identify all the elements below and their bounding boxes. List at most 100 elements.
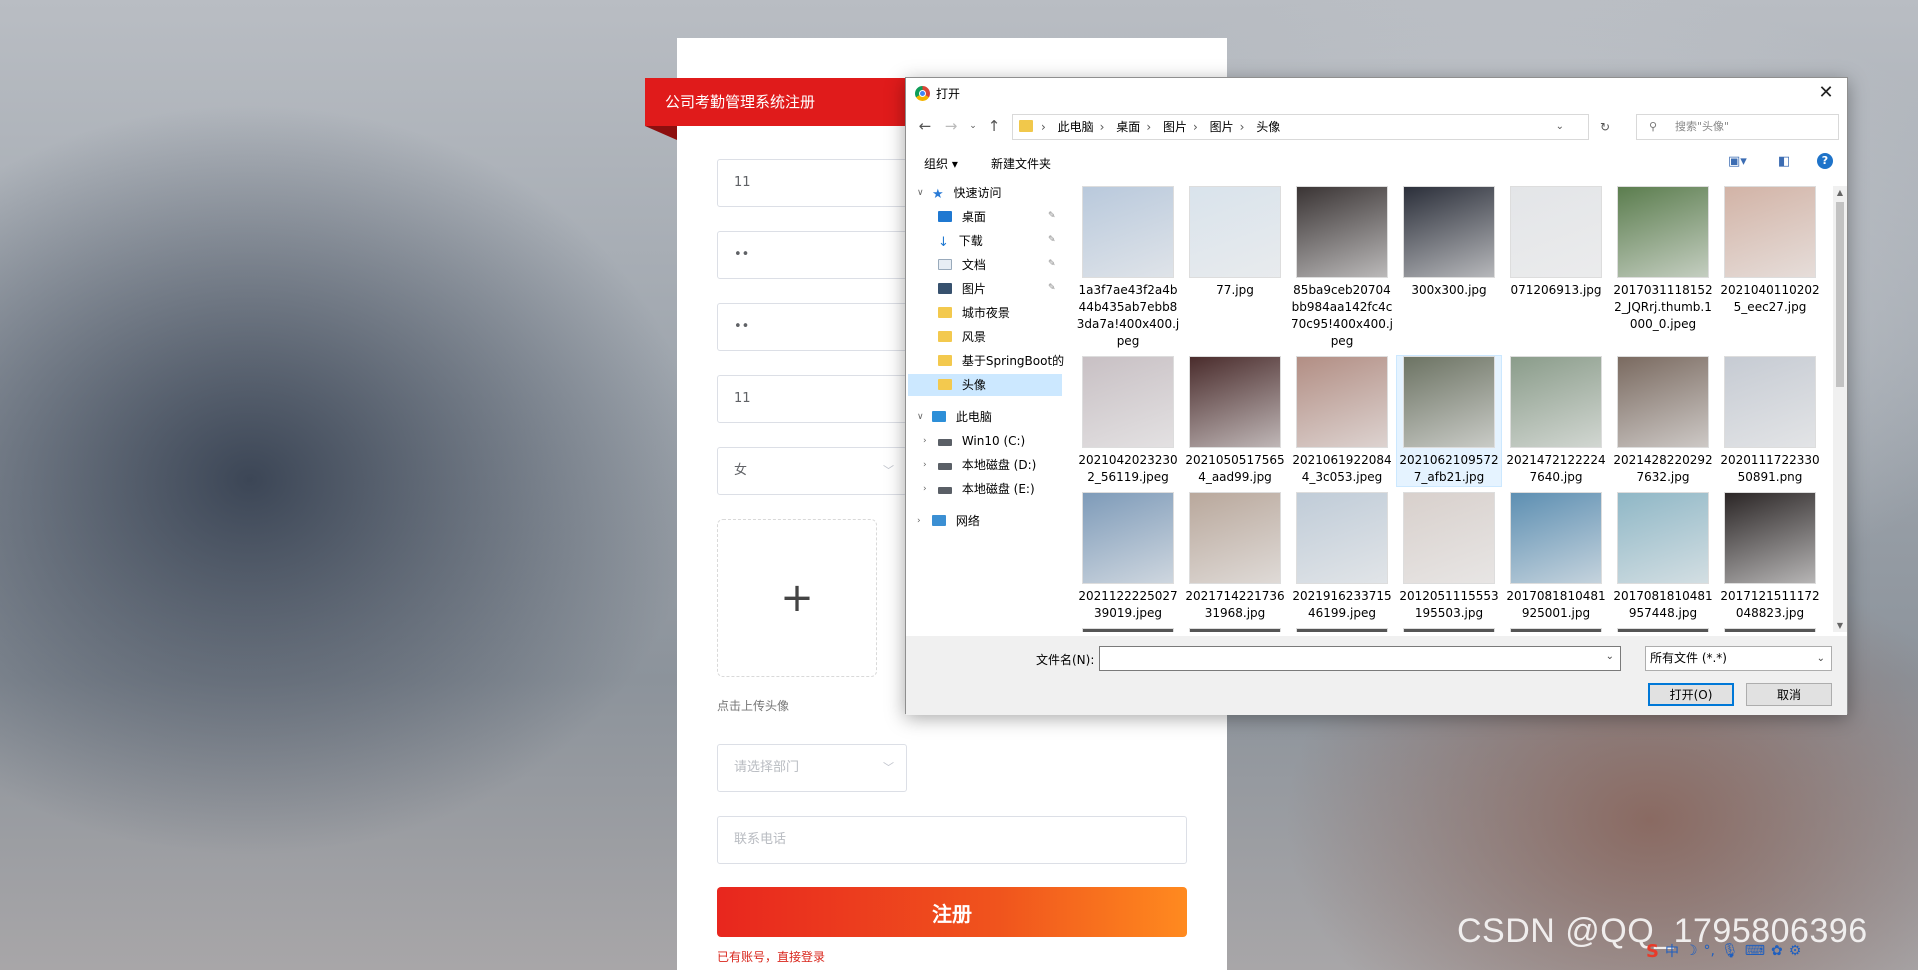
sidebar-item-drive-d[interactable]: › 本地磁盘 (D:) [923, 454, 1036, 476]
sidebar-item-label: 文档 [961, 258, 986, 272]
file-thumbnail[interactable]: 071206913.jpg [1504, 186, 1608, 299]
file-thumbnail[interactable] [1183, 628, 1287, 632]
sidebar-item-downloads[interactable]: ↓ 下载 [938, 230, 983, 252]
sidebar-item-avatar[interactable]: 头像 [908, 374, 1062, 396]
sidebar-item-desktop[interactable]: 桌面 [938, 206, 986, 228]
file-thumbnail[interactable] [1718, 628, 1821, 632]
expand-icon[interactable]: › [923, 430, 927, 452]
register-button[interactable]: 注册 [717, 887, 1187, 937]
image-preview [1296, 628, 1388, 632]
file-thumbnail[interactable]: 2021714221736 31968.jpg [1183, 492, 1287, 622]
preview-pane-icon[interactable]: ◧ [1778, 154, 1790, 169]
keyboard-icon[interactable]: ⌨ [1745, 943, 1765, 959]
input-mode-icon[interactable]: 中 [1665, 941, 1679, 961]
department-select[interactable]: 请选择部门 ﹀ [717, 744, 907, 792]
sidebar-item-scenery[interactable]: 风景 [938, 326, 986, 348]
file-thumbnail[interactable]: 85ba9ceb20704bb984aa142fc4c70c95!400x400… [1290, 186, 1394, 350]
file-type-select[interactable]: 所有文件 (*.*) ⌄ [1645, 646, 1832, 671]
file-name: 20210401102025_eec27.jpg [1720, 283, 1820, 314]
file-thumbnail[interactable]: 2012051115553 195503.jpg [1397, 492, 1501, 622]
file-thumbnail[interactable]: 20214282202927632.jpg [1611, 356, 1715, 486]
file-thumbnail[interactable]: 77.jpg [1183, 186, 1287, 299]
moon-icon[interactable]: ☽ [1685, 943, 1698, 959]
file-thumbnail[interactable]: 2021122225027 39019.jpeg [1076, 492, 1180, 622]
organize-button[interactable]: 组织 ▾ [924, 155, 958, 172]
scrollbar-thumb[interactable] [1836, 202, 1844, 387]
scroll-up-icon[interactable]: ▲ [1833, 188, 1847, 197]
breadcrumb-item[interactable]: 此电脑 [1058, 120, 1094, 134]
vertical-scrollbar[interactable]: ▲ ▼ [1833, 186, 1847, 632]
open-button[interactable]: 打开(O) [1648, 683, 1734, 706]
file-thumbnail[interactable]: 1a3f7ae43f2a4b44b435ab7ebb83da7a!400x400… [1076, 186, 1180, 350]
expand-icon[interactable]: › [923, 478, 927, 500]
forward-arrow-icon[interactable]: → [942, 117, 960, 135]
sidebar-item-night-city[interactable]: 城市夜景 [938, 302, 1010, 324]
file-thumbnail[interactable]: 2017121511172 048823.jpg [1718, 492, 1821, 622]
file-thumbnail[interactable]: 20210420232302_56119.jpeg [1076, 356, 1180, 486]
phone-field[interactable]: 联系电话 [717, 816, 1187, 864]
sidebar-item-network[interactable]: › 网络 [917, 510, 980, 532]
help-icon[interactable]: ? [1817, 153, 1833, 169]
file-thumbnail[interactable]: 300x300.jpg [1397, 186, 1501, 299]
sidebar-item-pictures[interactable]: 图片 [938, 278, 986, 300]
back-arrow-icon[interactable]: ← [916, 117, 934, 135]
breadcrumb-item[interactable]: 头像 [1256, 120, 1280, 134]
recent-dropdown-icon[interactable]: ⌄ [964, 121, 982, 131]
refresh-icon[interactable]: ↻ [1592, 115, 1618, 139]
avatar-upload[interactable]: + [717, 519, 877, 677]
file-thumbnail[interactable]: 2017081810481 957448.jpg [1611, 492, 1715, 622]
sidebar-item-label: 快速访问 [953, 186, 1002, 200]
expand-icon[interactable]: › [923, 454, 927, 476]
file-thumbnail[interactable]: 2017081810481 925001.jpg [1504, 492, 1608, 622]
login-link[interactable]: 已有账号，直接登录 [717, 948, 825, 965]
expand-icon[interactable]: › [917, 510, 921, 532]
search-input[interactable]: ⚲ 搜索"头像" [1636, 114, 1839, 140]
file-name: 77.jpg [1216, 283, 1254, 297]
new-folder-button[interactable]: 新建文件夹 [991, 155, 1051, 172]
file-thumbnail[interactable]: 20210621095727_afb21.jpg [1396, 355, 1502, 487]
file-thumbnail[interactable]: 20170311181522_JQRrj.thumb.1000_0.jpeg [1611, 186, 1715, 333]
file-thumbnail[interactable]: 20210619220844_3c053.jpeg [1290, 356, 1394, 486]
chevron-down-icon[interactable]: ⌄ [1556, 115, 1564, 139]
gender-select[interactable]: 女 ﹀ [717, 447, 907, 495]
toolbox-icon[interactable]: ⚙ [1789, 943, 1802, 959]
file-thumbnail[interactable]: 20210401102025_eec27.jpg [1718, 186, 1821, 316]
breadcrumb-item[interactable]: 图片 [1210, 120, 1234, 134]
sidebar-item-label: Win10 (C:) [961, 434, 1026, 448]
breadcrumb-item[interactable]: 桌面 [1116, 120, 1140, 134]
sidebar-item-this-pc[interactable]: ∨ 此电脑 [917, 406, 992, 428]
file-thumbnail[interactable] [1611, 628, 1715, 632]
skin-icon[interactable]: ✿ [1771, 943, 1783, 959]
file-thumbnail[interactable] [1504, 628, 1608, 632]
file-thumbnail[interactable] [1076, 628, 1180, 632]
breadcrumb-item[interactable]: 图片 [1163, 120, 1187, 134]
sidebar-item-springboot[interactable]: 基于SpringBoot的 [938, 350, 1064, 372]
chevron-down-icon[interactable]: ⌄ [1606, 651, 1614, 662]
file-thumbnail[interactable]: 20214721222247640.jpg [1504, 356, 1608, 486]
sidebar-item-documents[interactable]: 文档 [938, 254, 986, 276]
filename-input[interactable]: ⌄ [1099, 646, 1621, 671]
file-thumbnail[interactable]: 2021916233715 46199.jpeg [1290, 492, 1394, 622]
file-thumbnail[interactable] [1290, 628, 1394, 632]
view-options-icon[interactable]: ▣▾ [1728, 154, 1747, 169]
banner-fold [645, 126, 677, 140]
up-arrow-icon[interactable]: ↑ [985, 117, 1003, 135]
microphone-icon[interactable]: 🎙 [1721, 943, 1739, 959]
punctuation-icon[interactable]: °, [1704, 943, 1715, 959]
expand-icon[interactable]: ∨ [917, 182, 924, 204]
image-preview [1082, 186, 1174, 278]
system-tray: S 中 ☽ °, 🎙 ⌨ ✿ ⚙ [1646, 938, 1801, 964]
sidebar-item-drive-c[interactable]: › Win10 (C:) [923, 430, 1026, 452]
image-preview [1724, 492, 1816, 584]
scroll-down-icon[interactable]: ▼ [1833, 621, 1847, 630]
address-bar[interactable]: › 此电脑 › 桌面 › 图片 › 图片 › 头像 ⌄ ↻ [1012, 114, 1610, 140]
file-thumbnail[interactable] [1397, 628, 1501, 632]
cancel-button[interactable]: 取消 [1746, 683, 1832, 706]
sidebar-item-drive-e[interactable]: › 本地磁盘 (E:) [923, 478, 1035, 500]
file-thumbnail[interactable]: 2020111722330 50891.png [1718, 356, 1821, 486]
expand-icon[interactable]: ∨ [917, 406, 924, 428]
sidebar-item-quick-access[interactable]: ∨ ★ 快速访问 [917, 182, 1002, 204]
close-button[interactable]: ✕ [1813, 80, 1839, 106]
file-thumbnail[interactable]: 20210505175654_aad99.jpg [1183, 356, 1287, 486]
sogou-ime-icon[interactable]: S [1646, 941, 1659, 962]
